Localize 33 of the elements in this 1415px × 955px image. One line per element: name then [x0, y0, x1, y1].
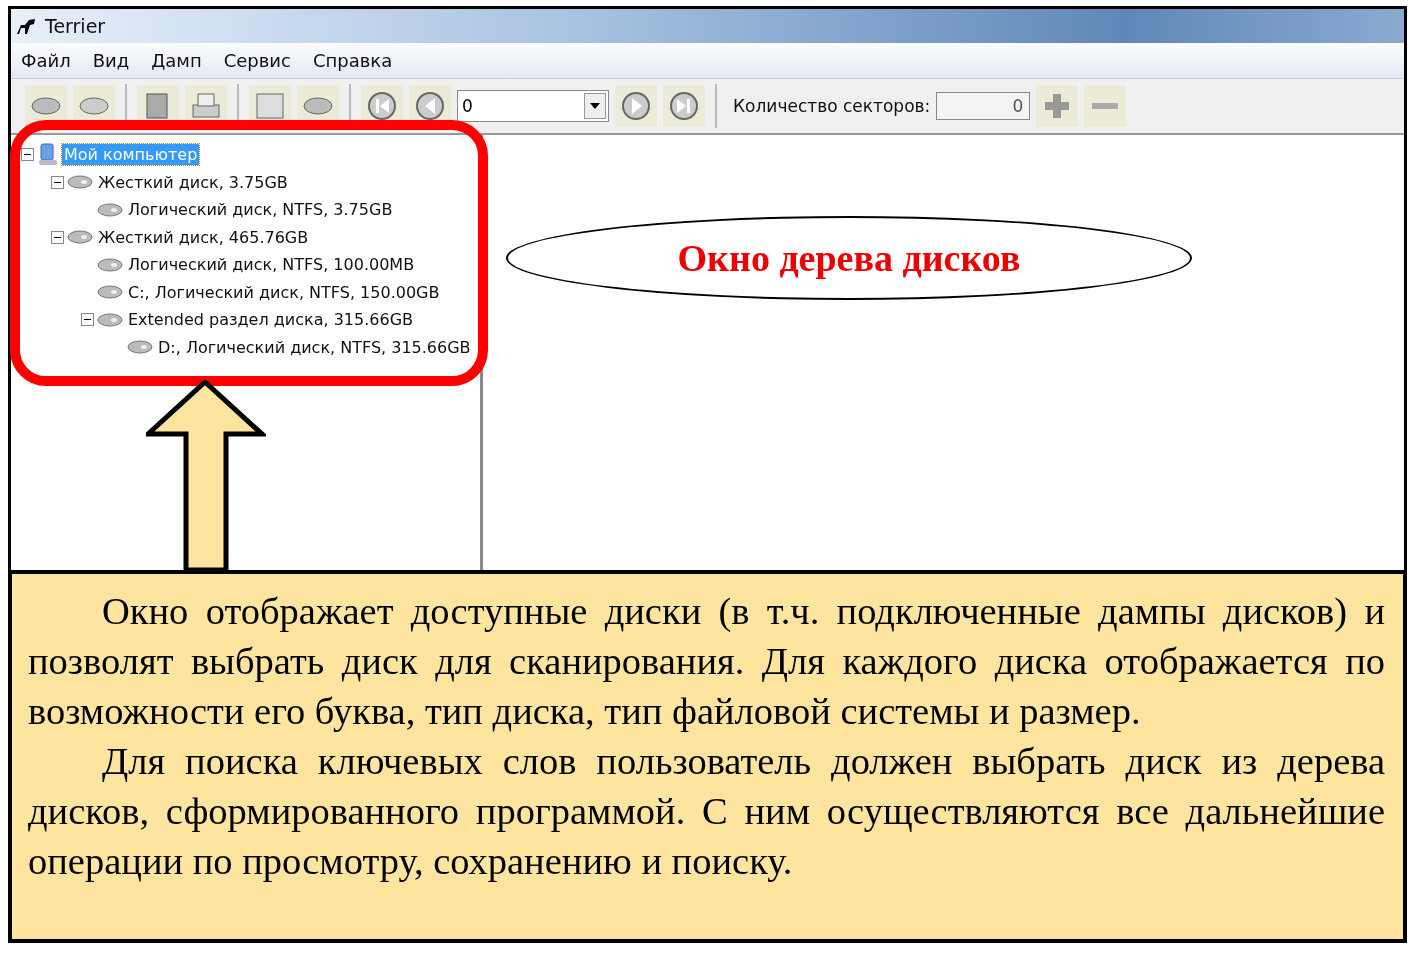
disk-drive-icon [97, 256, 123, 273]
tree-item[interactable]: Жесткий диск, 465.76GB [96, 226, 311, 248]
collapse-icon[interactable] [51, 230, 64, 244]
tree-item[interactable]: Extended раздел диска, 315.66GB [126, 309, 416, 331]
tree-item[interactable]: Жесткий диск, 3.75GB [96, 171, 290, 193]
disk-drive-icon [127, 339, 153, 356]
tree-item[interactable]: D:, Логический диск, NTFS, 315.66GB [156, 336, 473, 358]
play-icon[interactable] [615, 85, 657, 127]
collapse-icon[interactable] [21, 148, 34, 162]
sectors-label: Количество секторов: [733, 96, 931, 116]
disk-drive-icon [67, 229, 93, 246]
caret-icon [590, 103, 600, 109]
tree-item[interactable]: C:, Логический диск, NTFS, 150.00GB [126, 281, 442, 303]
collapse-icon[interactable] [81, 313, 94, 327]
disk-drive-icon [97, 284, 123, 301]
menu-item[interactable]: Сервис [223, 50, 291, 71]
window-title: Terrier [45, 15, 106, 37]
menu-item[interactable]: Файл [21, 50, 71, 71]
disk-drive-icon [97, 311, 123, 328]
tree-item[interactable]: Логический диск, NTFS, 3.75GB [126, 199, 395, 221]
note-paragraph: Окно отображает доступные диски (в т.ч. подключенные дампы дисков) и позволят выбрать диск для сканирования. Для каждого диска отображается по возможности его буква, тип диска, тип файловой системы и размер. [28, 589, 1385, 734]
collapse-icon[interactable] [51, 175, 64, 189]
menu-item[interactable]: Дамп [151, 50, 202, 71]
menu-item[interactable]: Справка [312, 50, 393, 71]
disk-drive-icon [97, 201, 123, 218]
sectors-input[interactable]: 0 [936, 92, 1031, 120]
offset-dropdown[interactable]: 0 [457, 90, 609, 122]
last-icon[interactable] [663, 85, 705, 127]
menu-item[interactable]: Вид [92, 50, 130, 71]
disk-drive-icon [67, 174, 93, 191]
tree-item[interactable]: Логический диск, NTFS, 100.00MB [126, 254, 417, 276]
note-paragraph: Для поиска ключевых слов пользователь должен выбрать диск из дерева дисков, сформированного программой. С ним осуществляются все дальнейшие операции по просмотру, сохранению и поиску. [28, 739, 1385, 884]
dog-icon [15, 16, 37, 36]
